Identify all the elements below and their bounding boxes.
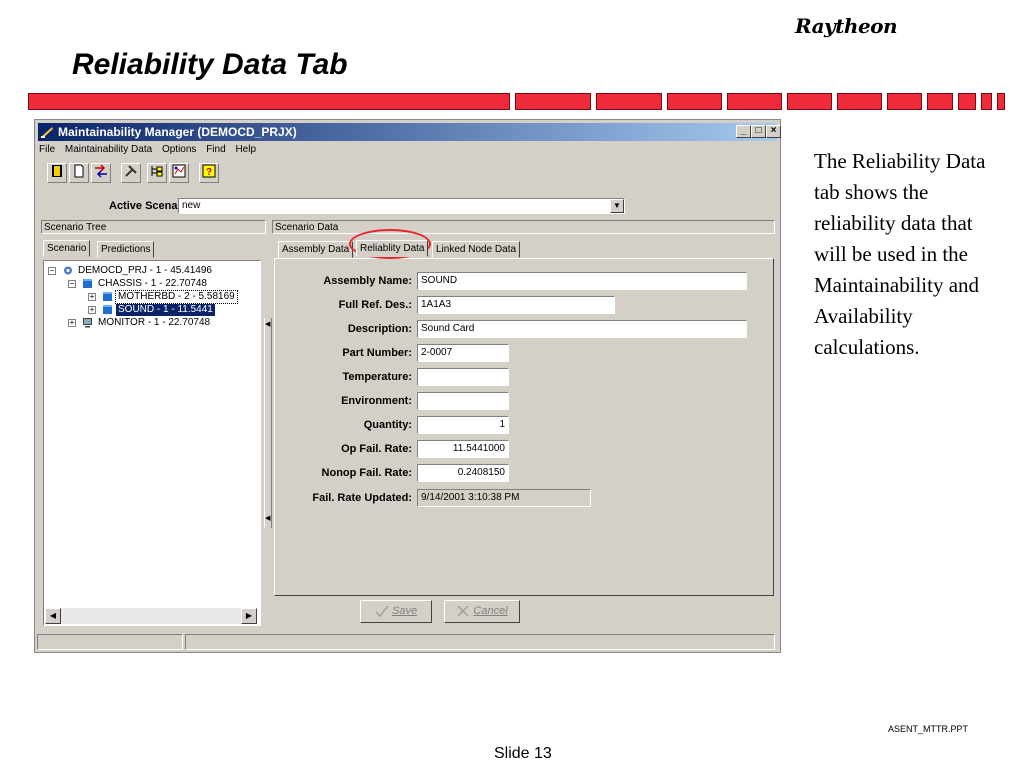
menu-maintainability-data[interactable]: Maintainability Data: [65, 144, 152, 155]
scenario-data-header: Scenario Data: [272, 220, 775, 234]
full-ref-des-field[interactable]: 1A1A3: [417, 296, 615, 314]
collapse-icon[interactable]: −: [68, 280, 76, 288]
op-fail-rate-field[interactable]: 11.5441000: [417, 440, 509, 458]
scenario-tree-header: Scenario Tree: [41, 220, 266, 234]
help-icon[interactable]: ?: [199, 163, 219, 183]
slide-title: Reliability Data Tab: [72, 48, 348, 81]
assembly-name-field[interactable]: SOUND: [417, 272, 747, 290]
menu-find[interactable]: Find: [206, 144, 225, 155]
nonop-fail-rate-field[interactable]: 0.2408150: [417, 464, 509, 482]
part-number-field[interactable]: 2-0007: [417, 344, 509, 362]
footer-filename: ASENT_MTTR.PPT: [888, 724, 969, 734]
menu-options[interactable]: Options: [162, 144, 196, 155]
environment-field[interactable]: [417, 392, 509, 410]
description-label: Description:: [347, 323, 412, 335]
scenario-tree[interactable]: − DEMOCD_PRJ - 1 - 45.41496 − CHASSIS - …: [43, 260, 261, 626]
status-panel: [37, 634, 183, 650]
collapse-left-icon[interactable]: ◀: [265, 514, 270, 522]
tab-predictions[interactable]: Predictions: [97, 241, 155, 258]
menu-file[interactable]: File: [39, 144, 55, 155]
slide-number: Slide 13: [494, 745, 552, 762]
assembly-name-label: Assembly Name:: [323, 275, 412, 287]
scroll-right-icon[interactable]: ▶: [241, 608, 257, 624]
assembly-icon: [103, 305, 112, 314]
tools-icon[interactable]: [121, 163, 141, 183]
scroll-left-icon[interactable]: ◀: [45, 608, 61, 624]
tree-icon[interactable]: [147, 163, 167, 183]
assembly-icon: [83, 279, 92, 288]
status-bar: [37, 634, 778, 650]
raytheon-logo: Raytheon: [795, 14, 898, 38]
close-button[interactable]: ×: [766, 125, 781, 138]
collapse-left-icon[interactable]: ◀: [265, 320, 270, 328]
full-ref-des-label: Full Ref. Des.:: [338, 299, 412, 311]
quantity-label: Quantity:: [363, 419, 412, 431]
collapse-icon[interactable]: −: [48, 267, 56, 275]
app-window: Maintainability Manager (DEMOCD_PRJX) _ …: [34, 119, 781, 653]
menu-help[interactable]: Help: [235, 144, 256, 155]
save-button[interactable]: Save: [360, 600, 432, 623]
svg-text:?: ?: [206, 167, 212, 178]
fail-rate-updated-field: 9/14/2001 3:10:38 PM: [417, 489, 591, 507]
tab-reliability-data[interactable]: Reliablity Data: [356, 240, 429, 257]
expand-icon[interactable]: +: [68, 319, 76, 327]
assembly-icon: [103, 292, 112, 301]
window-titlebar[interactable]: Maintainability Manager (DEMOCD_PRJX) _ …: [38, 123, 781, 141]
fail-rate-updated-label: Fail. Rate Updated:: [312, 492, 412, 504]
pane-splitter[interactable]: [264, 318, 272, 528]
maximize-button[interactable]: □: [751, 125, 766, 138]
minimize-button[interactable]: _: [736, 125, 751, 138]
tab-scenario[interactable]: Scenario: [43, 240, 91, 257]
temperature-field[interactable]: [417, 368, 509, 386]
checkmark-icon: [375, 605, 389, 618]
exit-icon[interactable]: [47, 163, 67, 183]
slide-description: The Reliability Data tab shows the relia…: [814, 149, 986, 359]
status-panel: [185, 634, 775, 650]
window-title: Maintainability Manager (DEMOCD_PRJX): [58, 125, 297, 139]
expand-icon[interactable]: +: [88, 293, 96, 301]
nonop-fail-rate-label: Nonop Fail. Rate:: [321, 467, 412, 479]
new-icon[interactable]: [69, 163, 89, 183]
tab-linked-node-data[interactable]: Linked Node Data: [432, 241, 521, 258]
project-icon: [64, 266, 72, 275]
menu-bar: File Maintainability Data Options Find H…: [39, 142, 263, 158]
tab-assembly-data[interactable]: Assembly Data: [278, 241, 354, 258]
op-fail-rate-label: Op Fail. Rate:: [341, 443, 412, 455]
quantity-field[interactable]: 1: [417, 416, 509, 434]
chevron-down-icon[interactable]: ▼: [610, 199, 624, 213]
chart-icon[interactable]: [169, 163, 189, 183]
monitor-icon: [83, 318, 92, 328]
decorative-red-bar: [0, 93, 1024, 111]
move-icon[interactable]: [91, 163, 111, 183]
horizontal-scrollbar[interactable]: ◀ ▶: [45, 608, 257, 624]
expand-icon[interactable]: +: [88, 306, 96, 314]
environment-label: Environment:: [341, 395, 412, 407]
active-scenario-select[interactable]: new: [178, 198, 625, 214]
description-field[interactable]: Sound Card: [417, 320, 747, 338]
cancel-button[interactable]: Cancel: [444, 600, 520, 623]
part-number-label: Part Number:: [342, 347, 412, 359]
cancel-icon: [457, 605, 469, 617]
temperature-label: Temperature:: [342, 371, 412, 383]
app-icon: [41, 127, 53, 138]
